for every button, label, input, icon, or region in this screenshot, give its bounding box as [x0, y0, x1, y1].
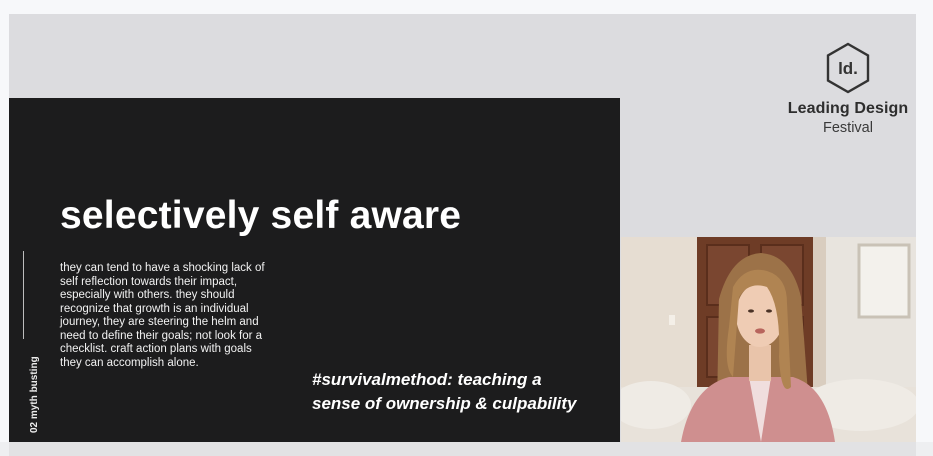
brand-subtitle: Festival [823, 120, 873, 136]
speaker-video-frame [621, 237, 916, 442]
hashtag-line-1: #survivalmethod: teaching a [312, 370, 542, 389]
slide-panel: selectively self aware 02 myth busting t… [9, 98, 620, 442]
presentation-stage: ld. Leading Design Festival selectively … [9, 14, 916, 442]
slide-hashtag: #survivalmethod: teaching a sense of own… [312, 368, 577, 416]
logo-text: ld. [838, 59, 858, 78]
side-divider [23, 251, 24, 339]
slide-section-label: 02 myth busting [29, 356, 40, 433]
speaker-video[interactable] [621, 237, 916, 442]
hashtag-line-2: sense of ownership & culpability [312, 394, 577, 413]
brand-block: ld. Leading Design Festival [784, 42, 912, 136]
slide-title: selectively self aware [60, 194, 462, 237]
hexagon-logo-icon: ld. [826, 42, 870, 94]
caption-bar [9, 442, 916, 456]
brand-name: Leading Design [787, 100, 909, 117]
slide-body-text: they can tend to have a shocking lack of… [60, 262, 265, 369]
